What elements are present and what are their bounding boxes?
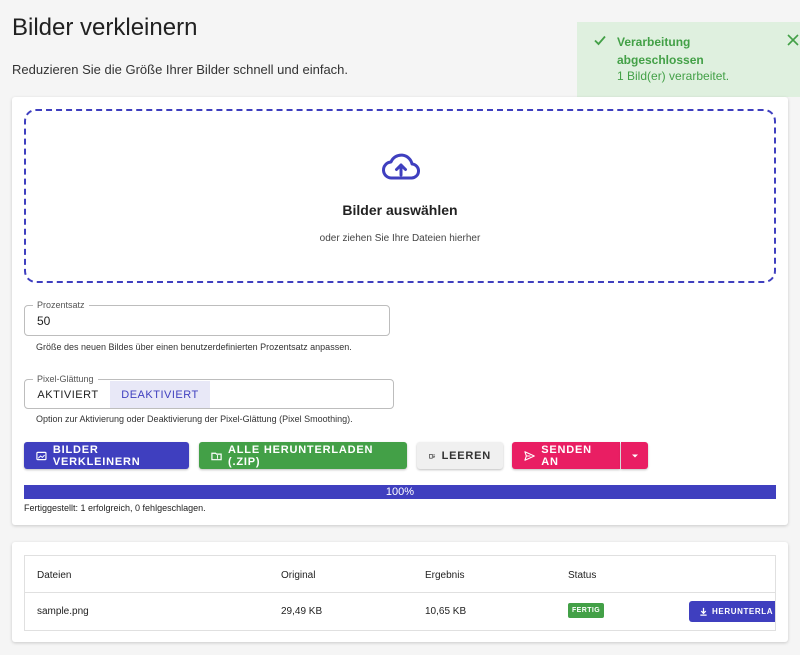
progress-bar: 100% bbox=[24, 485, 776, 499]
success-toast: Verarbeitung abgeschlossen 1 Bild(er) ve… bbox=[577, 22, 800, 97]
download-icon bbox=[700, 607, 707, 616]
toast-message: 1 Bild(er) verarbeitet. bbox=[617, 69, 730, 83]
download-zip-button[interactable]: ALLE HERUNTERLADEN (.ZIP) bbox=[199, 442, 407, 469]
clear-button[interactable]: LEEREN bbox=[417, 442, 503, 469]
results-table: Dateien Original Ergebnis Status sample.… bbox=[24, 555, 776, 631]
smoothing-enabled-option[interactable]: AKTIVIERT bbox=[26, 381, 110, 408]
cell-file-name: sample.png bbox=[37, 606, 89, 617]
toast-title: Verarbeitung abgeschlossen bbox=[617, 35, 704, 67]
check-icon bbox=[594, 35, 606, 46]
download-file-label: HERUNTERLA bbox=[712, 607, 774, 616]
percent-label: Prozentsatz bbox=[33, 300, 89, 310]
column-header-files: Dateien bbox=[37, 570, 72, 581]
smoothing-disabled-option[interactable]: DEAKTIVIERT bbox=[110, 381, 210, 408]
upload-card: Bilder auswählen oder ziehen Sie Ihre Da… bbox=[12, 97, 788, 525]
column-header-status: Status bbox=[568, 570, 597, 581]
shrink-images-button[interactable]: BILDER VERKLEINERN bbox=[24, 442, 189, 469]
dropzone-title: Bilder auswählen bbox=[342, 202, 458, 218]
page-subtitle: Reduzieren Sie die Größe Ihrer Bilder sc… bbox=[12, 62, 349, 77]
results-card: Dateien Original Ergebnis Status sample.… bbox=[12, 542, 788, 642]
status-badge: FERTIG bbox=[568, 603, 605, 618]
folder-zip-icon bbox=[211, 452, 222, 460]
send-to-label: SENDEN AN bbox=[541, 443, 592, 468]
image-icon bbox=[36, 451, 47, 460]
shrink-images-label: BILDER VERKLEINERN bbox=[52, 443, 141, 468]
download-file-button[interactable]: HERUNTERLA bbox=[689, 601, 775, 622]
table-divider bbox=[25, 592, 775, 593]
percent-field[interactable]: Prozentsatz 50 bbox=[24, 300, 390, 336]
download-zip-label: ALLE HERUNTERLADEN (.ZIP) bbox=[228, 443, 374, 468]
column-header-result: Ergebnis bbox=[425, 570, 465, 581]
send-to-button[interactable]: SENDEN AN bbox=[512, 442, 620, 469]
smoothing-toggle-group: Pixel-Glättung AKTIVIERT DEAKTIVIERT bbox=[24, 374, 394, 409]
cell-original-size: 29,49 KB bbox=[281, 606, 323, 617]
clear-list-icon bbox=[429, 453, 436, 459]
send-to-dropdown-button[interactable] bbox=[621, 442, 648, 469]
smoothing-hint: Option zur Aktivierung oder Deaktivierun… bbox=[36, 414, 353, 424]
progress-status: Fertiggestellt: 1 erfolgreich, 0 fehlges… bbox=[24, 503, 206, 513]
percent-hint: Größe des neuen Bildes über einen benutz… bbox=[36, 342, 352, 352]
chevron-down-icon bbox=[631, 454, 638, 457]
progress-label: 100% bbox=[385, 486, 415, 498]
cloud-upload-icon bbox=[382, 153, 420, 180]
file-dropzone[interactable]: Bilder auswählen oder ziehen Sie Ihre Da… bbox=[24, 109, 776, 283]
clear-label: LEEREN bbox=[441, 449, 491, 462]
column-header-original: Original bbox=[281, 570, 316, 581]
send-icon bbox=[524, 450, 535, 461]
cell-result-size: 10,65 KB bbox=[425, 606, 467, 617]
dropzone-subtitle: oder ziehen Sie Ihre Dateien hierher bbox=[319, 233, 481, 244]
page-title: Bilder verkleinern bbox=[12, 14, 198, 41]
close-icon[interactable] bbox=[786, 33, 800, 47]
percent-value: 50 bbox=[37, 314, 51, 328]
